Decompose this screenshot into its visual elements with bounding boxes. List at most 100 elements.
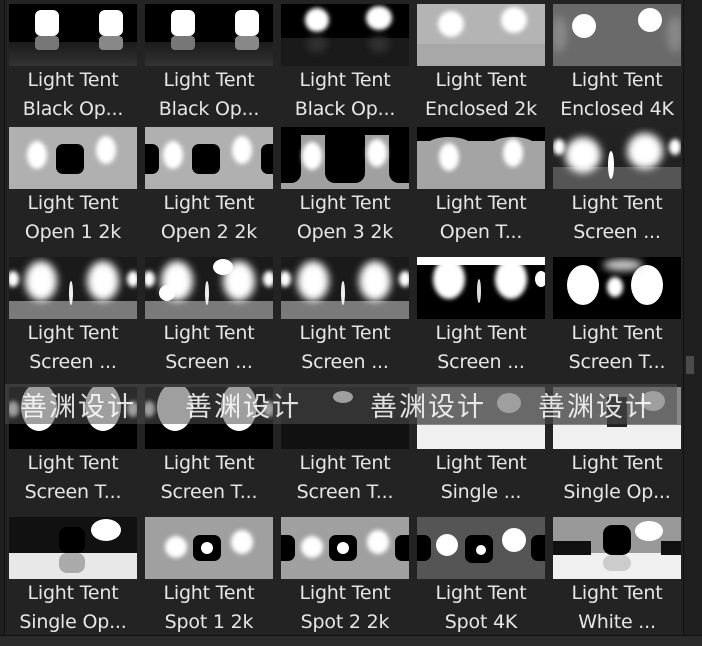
hdri-thumbnail-item[interactable]: Light Tent White ... — [553, 517, 681, 635]
hdri-item-label: Light Tent Screen ... — [5, 319, 141, 377]
hdri-thumbnail-item[interactable]: Light Tent Open 3 2k — [281, 127, 409, 257]
hdri-thumbnail-item[interactable]: Light Tent Enclosed 4K — [553, 4, 681, 134]
hdri-label-line1: Light Tent — [27, 192, 119, 214]
hdri-preview-image[interactable] — [145, 257, 273, 319]
hdri-thumbnail-item[interactable]: Light Tent Black Op... — [9, 4, 137, 134]
hdri-label-line1: Light Tent — [435, 69, 527, 91]
hdri-item-label: Light Tent Enclosed 2k — [413, 66, 549, 124]
hdri-label-line2: White ... — [578, 611, 656, 633]
hdri-item-label: Light Tent Screen ... — [141, 319, 277, 377]
hdri-item-label: Light Tent Single ... — [413, 449, 549, 507]
hdri-label-line2: Black Op... — [294, 98, 396, 120]
hdri-library-panel: Light Tent Black Op... Light Tent Black Op… — [4, 0, 684, 636]
hdri-preview-image[interactable] — [417, 257, 545, 319]
hdri-label-line1: Light Tent — [299, 69, 391, 91]
hdri-preview-image[interactable] — [417, 517, 545, 579]
hdri-label-line2: Open T... — [439, 221, 523, 243]
watermark-text: 善渊设计 — [538, 392, 654, 423]
hdri-label-line2: Spot 1 2k — [164, 611, 254, 633]
hdri-preview-image[interactable] — [281, 127, 409, 189]
hdri-thumbnail-item[interactable]: Light Tent Spot 2 2k — [281, 517, 409, 635]
hdri-preview-image[interactable] — [281, 517, 409, 579]
hdri-label-line2: Screen ... — [437, 351, 525, 373]
hdri-label-line2: Open 3 2k — [296, 221, 394, 243]
hdri-preview-image[interactable] — [9, 517, 137, 579]
hdri-preview-image[interactable] — [553, 517, 681, 579]
hdri-item-label: Light Tent Open T... — [413, 189, 549, 247]
watermark-text: 善渊设计 — [370, 392, 486, 423]
hdri-thumbnail-item[interactable]: Light Tent Black Op... — [281, 4, 409, 134]
hdri-item-label: Light Tent Single Op... — [5, 579, 141, 635]
watermark-text: 善渊设计 — [185, 392, 301, 423]
hdri-label-line1: Light Tent — [435, 582, 527, 604]
hdri-item-label: Light Tent Screen ... — [277, 319, 413, 377]
hdri-thumbnail-item[interactable]: Light Tent Spot 1 2k — [145, 517, 273, 635]
hdri-item-label: Light Tent Screen T... — [141, 449, 277, 507]
hdri-label-line1: Light Tent — [163, 69, 255, 91]
hdri-label-line1: Light Tent — [435, 452, 527, 474]
hdri-item-label: Light Tent Open 1 2k — [5, 189, 141, 247]
hdri-preview-image[interactable] — [281, 257, 409, 319]
hdri-label-line2: Single ... — [440, 481, 522, 503]
hdri-label-line1: Light Tent — [27, 69, 119, 91]
hdri-item-label: Light Tent Spot 1 2k — [141, 579, 277, 635]
hdri-label-line1: Light Tent — [571, 322, 663, 344]
hdri-item-label: Light Tent Screen T... — [549, 319, 683, 377]
hdri-preview-image[interactable] — [145, 127, 273, 189]
hdri-item-label: Light Tent Single Op... — [549, 449, 683, 507]
hdri-thumbnail-item[interactable]: Light Tent Enclosed 2k — [417, 4, 545, 134]
hdri-preview-image[interactable] — [281, 4, 409, 66]
vertical-scrollbar[interactable] — [684, 0, 698, 635]
hdri-thumbnail-item[interactable]: Light Tent Screen ... — [145, 257, 273, 387]
hdri-item-label: Light Tent Screen T... — [5, 449, 141, 507]
hdri-preview-image[interactable] — [553, 257, 681, 319]
hdri-item-label: Light Tent Black Op... — [141, 66, 277, 124]
hdri-label-line1: Light Tent — [163, 582, 255, 604]
hdri-label-line1: Light Tent — [163, 452, 255, 474]
hdri-label-line1: Light Tent — [435, 322, 527, 344]
hdri-label-line2: Open 2 2k — [160, 221, 258, 243]
hdri-label-line2: Black Op... — [158, 98, 260, 120]
hdri-preview-image[interactable] — [417, 127, 545, 189]
hdri-item-label: Light Tent Enclosed 4K — [549, 66, 683, 124]
hdri-preview-image[interactable] — [553, 4, 681, 66]
hdri-preview-image[interactable] — [145, 517, 273, 579]
hdri-label-line2: Screen ... — [29, 351, 117, 373]
hdri-preview-image[interactable] — [145, 4, 273, 66]
hdri-label-line2: Single Op... — [563, 481, 671, 503]
hdri-thumbnail-item[interactable]: Light Tent Screen ... — [281, 257, 409, 387]
hdri-item-label: Light Tent Screen ... — [413, 319, 549, 377]
hdri-label-line1: Light Tent — [27, 452, 119, 474]
hdri-preview-image[interactable] — [417, 4, 545, 66]
hdri-preview-image[interactable] — [553, 127, 681, 189]
hdri-thumbnail-item[interactable]: Light Tent Screen ... — [9, 257, 137, 387]
hdri-preview-image[interactable] — [9, 4, 137, 66]
hdri-item-label: Light Tent Black Op... — [5, 66, 141, 124]
hdri-label-line2: Screen T... — [24, 481, 122, 503]
hdri-label-line1: Light Tent — [571, 69, 663, 91]
hdri-thumbnail-item[interactable]: Light Tent Black Op... — [145, 4, 273, 134]
hdri-label-line2: Screen T... — [568, 351, 666, 373]
hdri-thumbnail-item[interactable]: Light Tent Open T... — [417, 127, 545, 257]
hdri-item-label: Light Tent Spot 4K — [413, 579, 549, 635]
hdri-thumbnail-item[interactable]: Light Tent Screen T... — [553, 257, 681, 387]
hdri-preview-image[interactable] — [9, 257, 137, 319]
hdri-label-line2: Single Op... — [19, 611, 127, 633]
hdri-thumbnail-item[interactable]: Light Tent Screen ... — [417, 257, 545, 387]
hdri-label-line2: Spot 2 2k — [300, 611, 390, 633]
hdri-label-line1: Light Tent — [163, 322, 255, 344]
hdri-thumbnail-item[interactable]: Light Tent Single Op... — [9, 517, 137, 635]
hdri-thumbnail-item[interactable]: Light Tent Screen ... — [553, 127, 681, 257]
hdri-label-line2: Enclosed 4K — [560, 98, 674, 120]
hdri-thumbnail-item[interactable]: Light Tent Open 1 2k — [9, 127, 137, 257]
hdri-thumbnail-item[interactable]: Light Tent Spot 4K — [417, 517, 545, 635]
hdri-thumbnail-item[interactable]: Light Tent Open 2 2k — [145, 127, 273, 257]
hdri-item-label: Light Tent Black Op... — [277, 66, 413, 124]
hdri-item-label: Light Tent White ... — [549, 579, 683, 635]
hdri-label-line1: Light Tent — [27, 582, 119, 604]
hdri-item-label: Light Tent Open 2 2k — [141, 189, 277, 247]
hdri-label-line2: Spot 4K — [444, 611, 518, 633]
hdri-label-line1: Light Tent — [299, 582, 391, 604]
scrollbar-thumb[interactable] — [686, 356, 694, 374]
hdri-preview-image[interactable] — [9, 127, 137, 189]
